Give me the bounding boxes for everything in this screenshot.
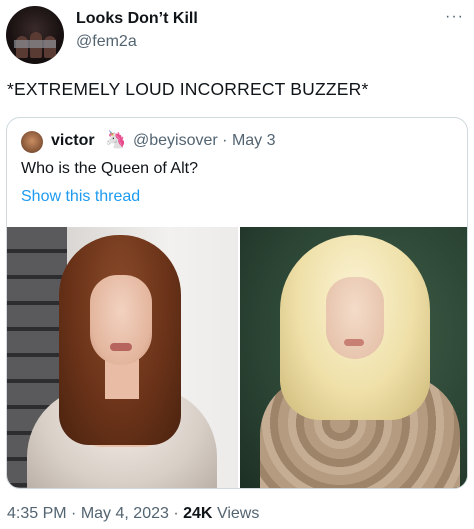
meta-separator: ·	[222, 132, 228, 149]
quote-author-name[interactable]: victor	[51, 132, 95, 150]
quote-photo-left[interactable]	[7, 227, 238, 488]
quote-author-handle[interactable]: @beyisover	[133, 132, 218, 149]
quote-date[interactable]: May 3	[232, 132, 276, 149]
photo-face	[326, 277, 384, 359]
footer-separator: ·	[71, 505, 77, 522]
tweet-date[interactable]: May 4, 2023	[81, 505, 169, 522]
footer-separator: ·	[173, 505, 179, 522]
quote-author-avatar[interactable]	[21, 131, 43, 153]
show-thread-link[interactable]: Show this thread	[21, 188, 140, 206]
quote-meta: @beyisover · May 3	[133, 132, 276, 150]
author-handle[interactable]: @fem2a	[76, 33, 137, 51]
quote-text: Who is the Queen of Alt?	[21, 160, 198, 177]
more-dots-icon[interactable]: ···	[445, 8, 464, 26]
views-label: Views	[216, 505, 260, 522]
tweet-header: Looks Don’t Kill @fem2a ···	[0, 0, 474, 70]
quoted-tweet[interactable]: victor 🦄 @beyisover · May 3 Who is the Q…	[6, 117, 468, 489]
tweet-time[interactable]: 4:35 PM	[7, 505, 67, 522]
photo-lips	[344, 339, 364, 346]
author-avatar[interactable]	[6, 6, 64, 64]
photo-lips	[110, 343, 132, 351]
photo-face	[90, 275, 152, 365]
quote-photo-right[interactable]	[240, 227, 467, 488]
avatar-band	[14, 40, 56, 48]
tweet-text: *EXTREMELY LOUD INCORRECT BUZZER*	[7, 79, 369, 99]
author-name[interactable]: Looks Don’t Kill	[76, 10, 198, 28]
photo-neck	[105, 359, 139, 399]
views-count: 24K	[183, 505, 213, 522]
unicorn-icon: 🦄	[105, 130, 127, 149]
tweet-footer: 4:35 PM · May 4, 2023 · 24K Views	[7, 505, 259, 523]
